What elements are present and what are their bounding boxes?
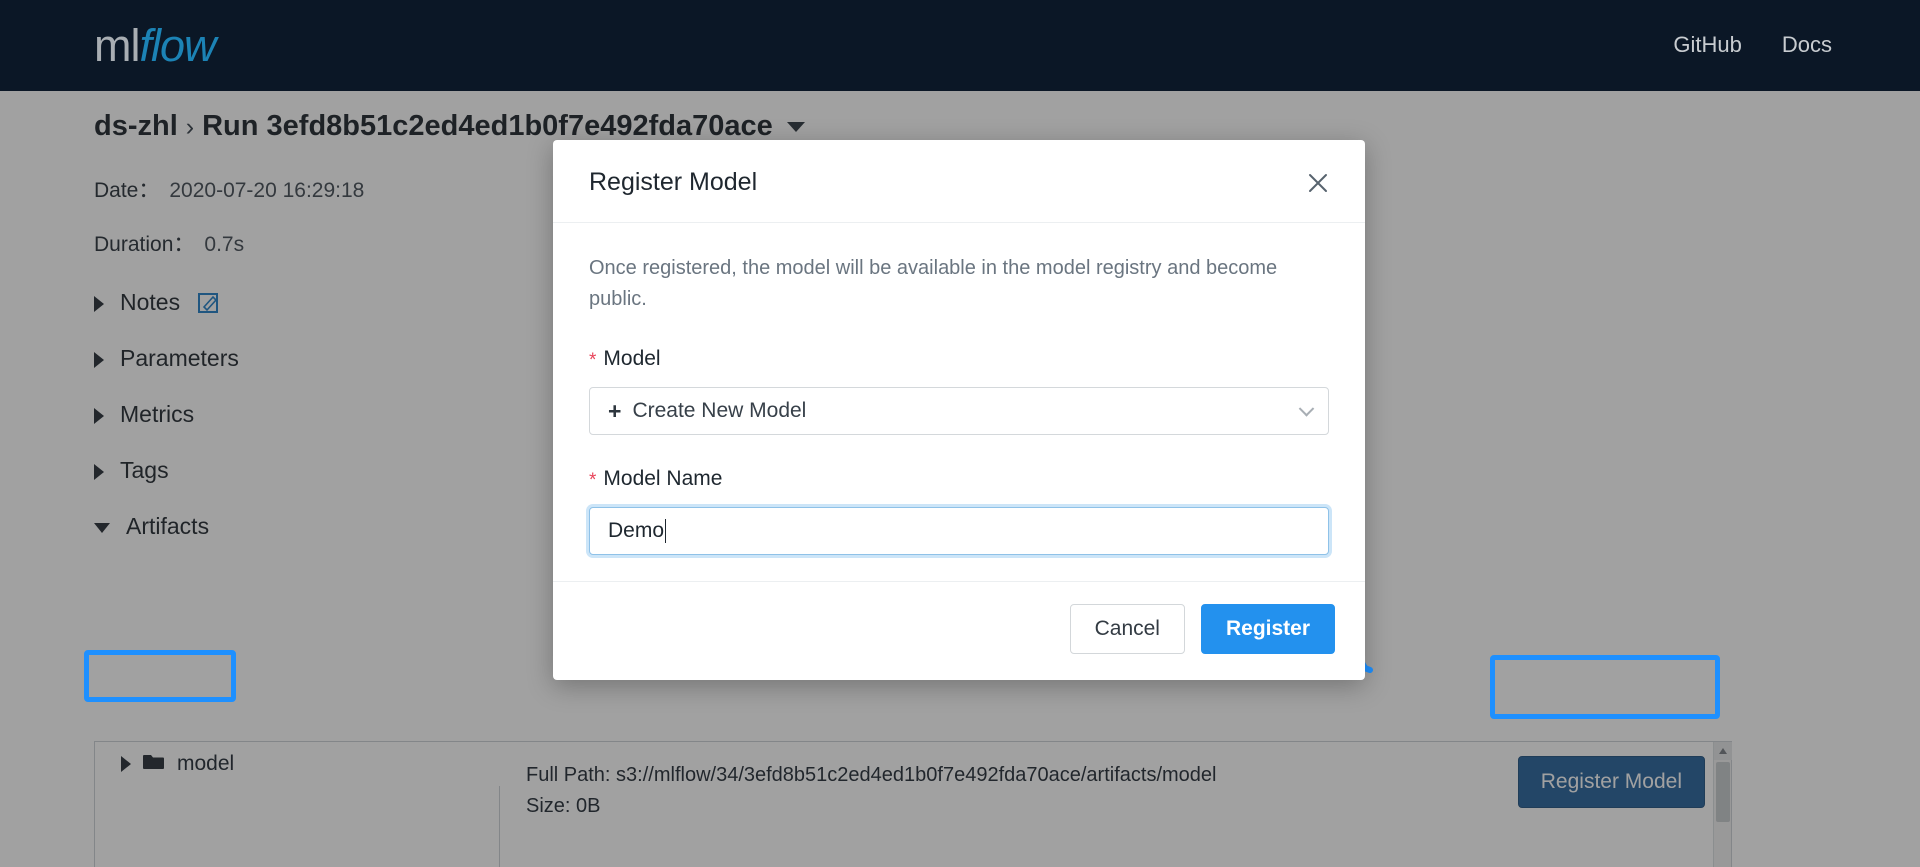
- model-select[interactable]: + Create New Model: [589, 387, 1329, 435]
- dialog-title: Register Model: [589, 168, 758, 196]
- register-button[interactable]: Register: [1200, 604, 1335, 654]
- model-field-label: * Model: [589, 345, 1329, 375]
- text-cursor: [665, 519, 667, 543]
- register-model-dialog: Register Model Once registered, the mode…: [553, 140, 1365, 680]
- nav-link-docs[interactable]: Docs: [1782, 30, 1832, 60]
- dialog-description: Once registered, the model will be avail…: [589, 257, 1278, 310]
- cancel-button[interactable]: Cancel: [1069, 604, 1185, 654]
- top-navbar: mlflow GitHub Docs: [0, 0, 1920, 91]
- model-name-field-label: * Model Name: [589, 465, 1329, 495]
- model-field-label-text: Model: [603, 347, 661, 370]
- required-asterisk-icon: *: [589, 350, 597, 371]
- chevron-down-icon[interactable]: [1298, 401, 1315, 417]
- plus-icon: +: [608, 397, 622, 424]
- logo-flow-text: flow: [139, 20, 216, 71]
- model-name-field-label-text: Model Name: [603, 467, 723, 490]
- logo-ml-text: ml: [94, 20, 140, 71]
- close-icon[interactable]: [1301, 166, 1335, 200]
- model-name-input[interactable]: Demo: [589, 507, 1329, 555]
- mlflow-logo[interactable]: mlflow: [94, 20, 217, 72]
- nav-link-github[interactable]: GitHub: [1673, 30, 1741, 60]
- model-select-value: Create New Model: [632, 399, 807, 422]
- model-name-input-value: Demo: [608, 519, 665, 542]
- dialog-footer: Cancel Register: [553, 581, 1365, 680]
- nav-links: GitHub Docs: [1673, 30, 1832, 60]
- app-root: mlflow GitHub Docs ds-zhl › Run 3efd8b51c2…: [0, 0, 1920, 867]
- required-asterisk-icon: *: [589, 470, 597, 491]
- dialog-header: Register Model: [553, 140, 1365, 223]
- dialog-body: Once registered, the model will be avail…: [553, 223, 1365, 581]
